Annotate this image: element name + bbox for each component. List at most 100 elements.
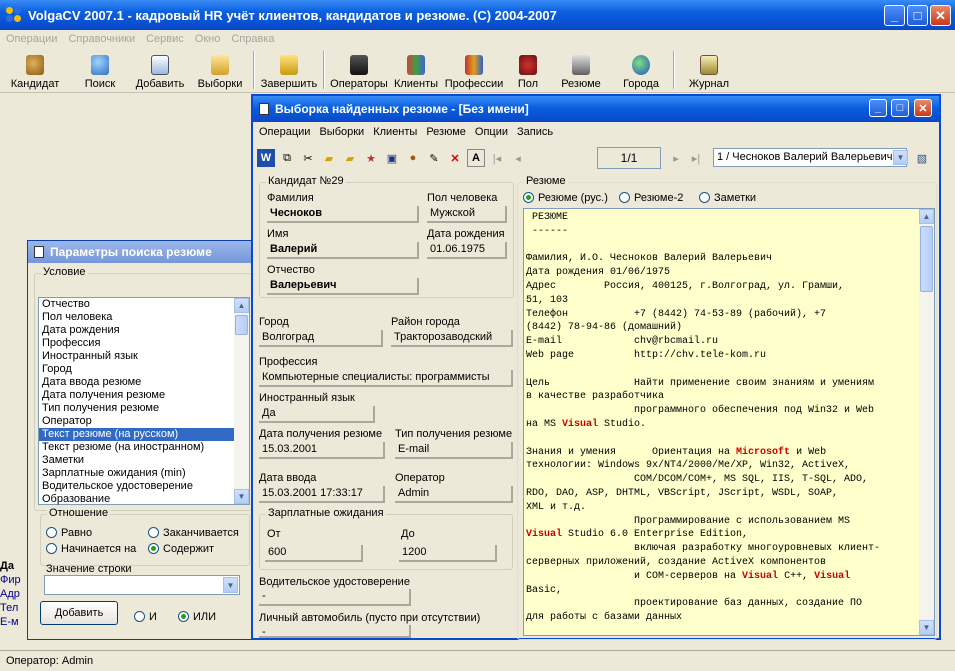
scroll-down-arrow[interactable]: ▼ — [919, 620, 934, 635]
scroll-thumb[interactable] — [235, 315, 248, 335]
child-minimize-button[interactable]: _ — [869, 99, 887, 117]
resume-text-area[interactable]: РЕЗЮМЕ ------ Фамилия, И.О. Чесноков Вале… — [523, 208, 935, 636]
toolbar-candidate-button[interactable]: Кандидат — [0, 48, 70, 92]
condition-list-item[interactable]: Текст резюме (на русском) — [39, 428, 249, 441]
cut-icon[interactable]: ✂ — [299, 149, 317, 167]
toolbar-professions-button[interactable]: Профессии — [442, 48, 506, 92]
toolbar-cities-button[interactable]: Города — [612, 48, 670, 92]
child-menu-selections[interactable]: Выборки — [319, 126, 364, 138]
delete-icon[interactable]: ✕ — [446, 149, 464, 167]
new-folder-icon[interactable]: ▰ — [320, 149, 338, 167]
add-condition-button[interactable]: Добавить — [40, 601, 118, 625]
toolbar-operators-button[interactable]: Операторы — [328, 48, 390, 92]
child-maximize-button[interactable]: □ — [891, 99, 909, 117]
open-folder-icon[interactable]: ▰ — [341, 149, 359, 167]
city-field[interactable]: Волгоград — [259, 330, 383, 347]
resume-scrollbar[interactable]: ▲ ▼ — [919, 209, 934, 635]
resume-2-radio[interactable]: Резюме-2 — [619, 192, 683, 204]
condition-list-item[interactable]: Город — [39, 363, 249, 376]
toolbar-journal-button[interactable]: Журнал — [678, 48, 740, 92]
child-menu-options[interactable]: Опции — [475, 126, 508, 138]
condition-list-item[interactable]: Иностранный язык — [39, 350, 249, 363]
condition-list-item[interactable]: Образование — [39, 493, 249, 506]
toolbar-add-button[interactable]: Добавить — [130, 48, 190, 92]
child-menu-clients[interactable]: Клиенты — [373, 126, 417, 138]
birth-date-field[interactable]: 01.06.1975 — [427, 242, 507, 259]
maximize-button[interactable]: □ — [907, 5, 928, 26]
condition-list-item[interactable]: Пол человека — [39, 311, 249, 324]
star-folder-icon[interactable]: ★ — [362, 149, 380, 167]
condition-list-item[interactable]: Заметки — [39, 454, 249, 467]
scroll-up-arrow[interactable]: ▲ — [234, 298, 249, 313]
condition-list-item[interactable]: Текст резюме (на иностранном) — [39, 441, 249, 454]
condition-list-item[interactable]: Зарплатные ожидания (min) — [39, 467, 249, 480]
menu-help[interactable]: Справка — [231, 33, 274, 45]
operator-field[interactable]: Admin — [395, 486, 513, 503]
child-close-button[interactable]: ✕ — [914, 99, 932, 117]
notes-radio[interactable]: Заметки — [699, 192, 756, 204]
car-field[interactable]: - — [259, 625, 411, 638]
condition-list-item[interactable]: Дата рождения — [39, 324, 249, 337]
entry-date-field[interactable]: 15.03.2001 17:33:17 — [259, 486, 385, 503]
resume-rus-radio[interactable]: Резюме (рус.) — [523, 192, 608, 204]
condition-list-item[interactable]: Дата ввода резюме — [39, 376, 249, 389]
record-dropdown-chevron-icon[interactable]: ▼ — [893, 150, 908, 165]
condition-list-item[interactable]: Водительское удостоверение — [39, 480, 249, 493]
relation-starts-radio[interactable]: Начинается на — [46, 543, 136, 555]
string-value-combobox[interactable]: ▼ — [44, 575, 240, 595]
condition-list-item[interactable]: Оператор — [39, 415, 249, 428]
salary-from-field[interactable]: 600 — [265, 545, 363, 562]
child-menu-resume[interactable]: Резюме — [426, 126, 466, 138]
profession-field[interactable]: Компьютерные специалисты: программисты — [259, 370, 513, 387]
toolbar-clients-button[interactable]: Клиенты — [390, 48, 442, 92]
scroll-thumb[interactable] — [920, 226, 933, 292]
scroll-down-arrow[interactable]: ▼ — [234, 489, 249, 504]
menu-service[interactable]: Сервис — [146, 33, 184, 45]
menu-operations[interactable]: Операции — [6, 33, 57, 45]
toolbar-exit-button[interactable]: Завершить — [258, 48, 320, 92]
toolbar-resume-button[interactable]: Резюме — [550, 48, 612, 92]
close-button[interactable]: ✕ — [930, 5, 951, 26]
picture-icon[interactable]: ▧ — [913, 149, 931, 167]
toolbar-gender-button[interactable]: Пол — [506, 48, 550, 92]
toolbar-selections-button[interactable]: Выборки — [190, 48, 250, 92]
receipt-type-field[interactable]: E-mail — [395, 442, 513, 459]
received-date-field[interactable]: 15.03.2001 — [259, 442, 385, 459]
child-menu-operations[interactable]: Операции — [259, 126, 310, 138]
relation-ends-radio[interactable]: Заканчивается — [148, 527, 239, 539]
edit-icon[interactable]: ✎ — [425, 149, 443, 167]
and-radio[interactable]: И — [134, 611, 157, 623]
condition-list-item[interactable]: Профессия — [39, 337, 249, 350]
driver-license-field[interactable]: - — [259, 589, 411, 606]
first-name-field[interactable]: Валерий — [267, 242, 419, 259]
relation-contains-radio[interactable]: Содержит — [148, 543, 214, 555]
condition-list-item[interactable]: Дата получения резюме — [39, 389, 249, 402]
scroll-up-arrow[interactable]: ▲ — [919, 209, 934, 224]
listbox-scrollbar[interactable]: ▲ ▼ — [234, 298, 249, 504]
save-icon[interactable]: ▣ — [383, 149, 401, 167]
minimize-button[interactable]: _ — [884, 5, 905, 26]
or-radio[interactable]: ИЛИ — [178, 611, 216, 623]
child-menu-record[interactable]: Запись — [517, 126, 553, 138]
last-record-icon[interactable]: ▸| — [687, 149, 705, 167]
menu-directories[interactable]: Справочники — [68, 33, 135, 45]
condition-list-item[interactable]: Отчество — [39, 298, 249, 311]
search-params-title-bar[interactable]: Параметры поиска резюме — [28, 241, 252, 263]
condition-list-item[interactable]: Тип получения резюме — [39, 402, 249, 415]
font-icon[interactable]: A — [467, 149, 485, 167]
toolbar-search-button[interactable]: Поиск — [70, 48, 130, 92]
people-icon[interactable]: ● — [404, 149, 422, 167]
condition-listbox[interactable]: Отчество Пол человека Дата рождения Професс… — [38, 297, 250, 505]
next-record-icon[interactable]: ▸ — [667, 149, 685, 167]
first-record-icon[interactable]: |◂ — [488, 149, 506, 167]
foreign-language-field[interactable]: Да — [259, 406, 375, 423]
patronymic-field[interactable]: Валерьевич — [267, 278, 419, 295]
chevron-down-icon[interactable]: ▼ — [223, 577, 238, 593]
copy-icon[interactable]: ⧉ — [278, 149, 296, 167]
district-field[interactable]: Тракторозаводский — [391, 330, 513, 347]
surname-field[interactable]: Чесноков — [267, 206, 419, 223]
word-export-icon[interactable]: W — [257, 149, 275, 167]
relation-equals-radio[interactable]: Равно — [46, 527, 92, 539]
record-selector[interactable]: 1 / Чесноков Валерий Валерьевич — [713, 148, 907, 167]
menu-window[interactable]: Окно — [195, 33, 221, 45]
